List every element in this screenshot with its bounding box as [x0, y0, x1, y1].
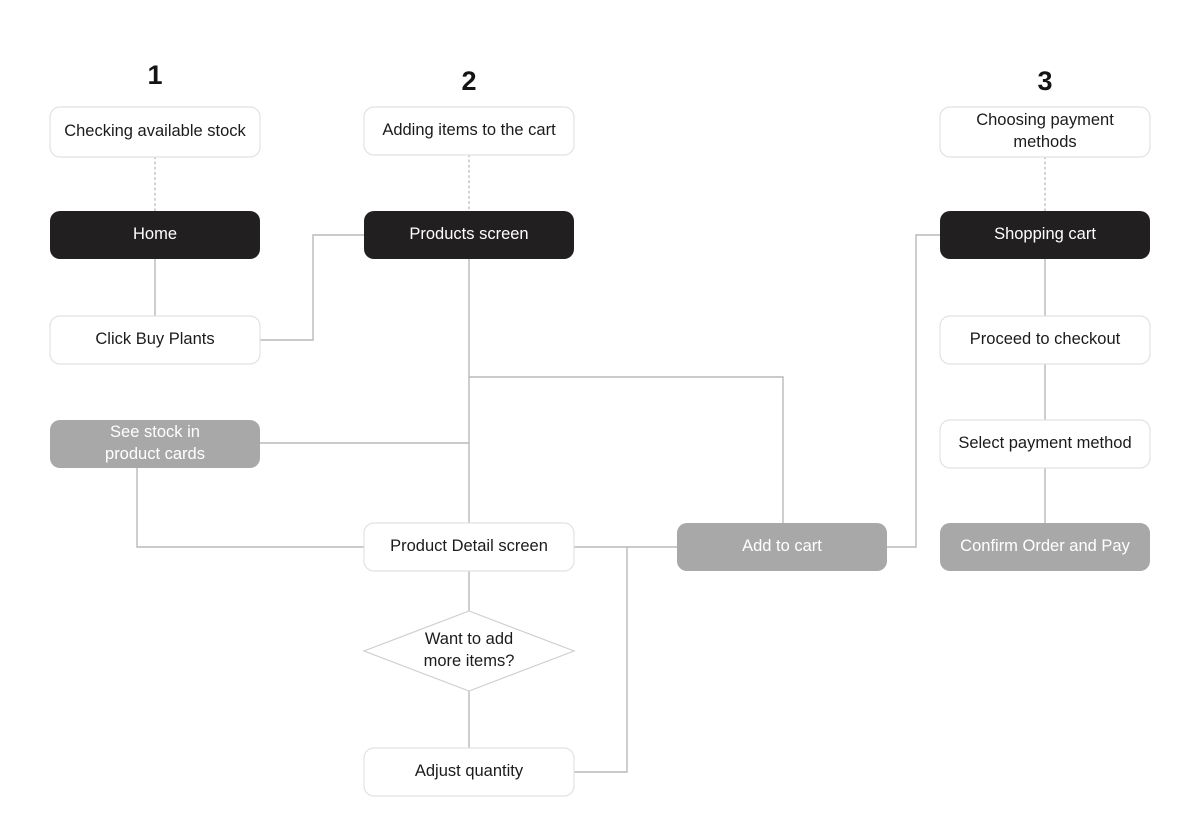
edge-see-stock-in-product-cards-to-product-detail-screen: [136, 468, 364, 548]
step-number-3: 3: [1037, 66, 1053, 96]
node-confirm-order-and-pay[interactable]: [940, 523, 1150, 571]
node-products-screen[interactable]: [364, 211, 574, 259]
node-want-to-add-more-items[interactable]: [362, 610, 576, 692]
node-select-payment-method[interactable]: [939, 419, 1151, 469]
node-see-stock-in-product-cards[interactable]: [50, 420, 260, 468]
node-home[interactable]: [50, 211, 260, 259]
node-shopping-cart[interactable]: [940, 211, 1150, 259]
node-checking-available-stock[interactable]: [49, 106, 261, 158]
edge-adjust-quantity-to-add-to-cart: [574, 547, 628, 773]
step-number-1: 1: [147, 60, 163, 90]
edge-click-buy-plants-to-products-screen: [260, 234, 364, 341]
node-adding-items-to-the-cart[interactable]: [363, 106, 575, 156]
node-adjust-quantity[interactable]: [363, 747, 575, 797]
node-layer: [49, 106, 1151, 797]
flowchart-svg: [49, 106, 1151, 797]
step-number-2: 2: [461, 66, 477, 96]
node-product-detail-screen[interactable]: [363, 522, 575, 572]
flowchart-canvas: 123 Checking available stock Home Click Bu…: [0, 0, 1200, 838]
node-click-buy-plants[interactable]: [49, 315, 261, 365]
node-add-to-cart[interactable]: [677, 523, 887, 571]
edge-products-screen-to-add-to-cart: [469, 376, 784, 523]
edge-layer: [136, 154, 1046, 773]
node-choosing-payment-methods[interactable]: [939, 106, 1151, 158]
edge-add-to-cart-to-shopping-cart: [887, 234, 940, 548]
node-proceed-to-checkout[interactable]: [939, 315, 1151, 365]
